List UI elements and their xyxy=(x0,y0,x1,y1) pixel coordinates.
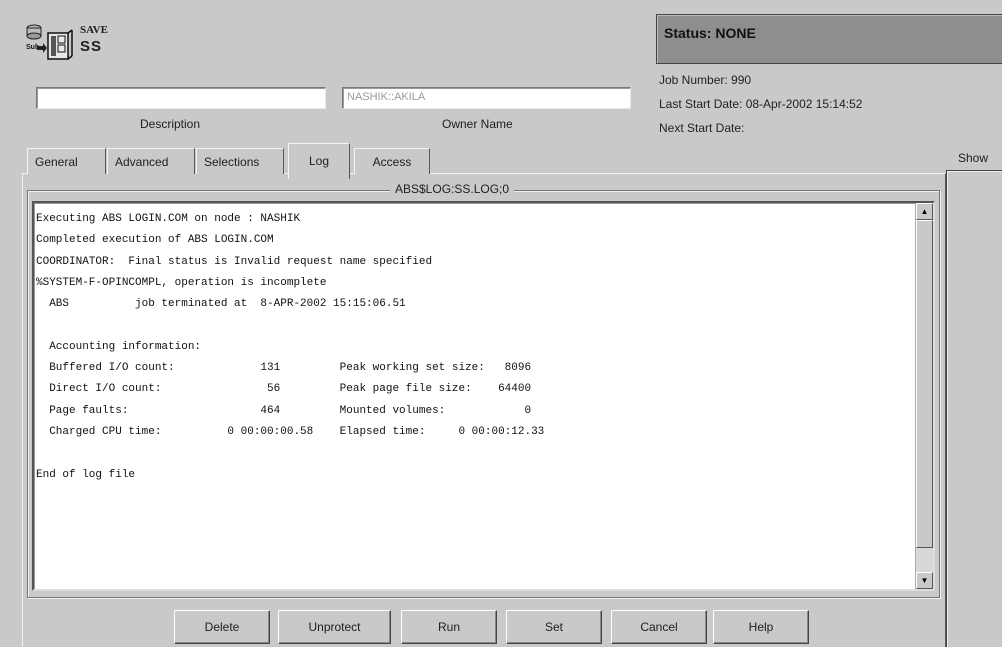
scroll-up-arrow-icon[interactable]: ▲ xyxy=(916,203,933,220)
job-number: Job Number: 990 xyxy=(659,73,752,87)
save-job-icon: Sub xyxy=(25,22,73,64)
last-start-date: Last Start Date: 08-Apr-2002 15:14:52 xyxy=(659,97,863,111)
scroll-thumb[interactable] xyxy=(916,220,933,548)
show-panel xyxy=(946,170,1002,647)
set-button[interactable]: Set xyxy=(506,610,602,644)
next-start-date: Next Start Date: xyxy=(659,121,745,135)
delete-button[interactable]: Delete xyxy=(174,610,270,644)
log-textarea[interactable]: Executing ABS LOGIN.COM on node : NASHIK… xyxy=(32,201,935,591)
show-tab[interactable]: Show xyxy=(958,151,988,165)
cancel-button[interactable]: Cancel xyxy=(611,610,707,644)
tab-selections[interactable]: Selections xyxy=(196,148,284,174)
tab-advanced[interactable]: Advanced xyxy=(107,148,195,174)
owner-name-field[interactable]: NASHIK::AKILA xyxy=(342,87,631,109)
status-banner: Status: NONE xyxy=(656,14,1002,64)
description-label: Description xyxy=(140,117,201,131)
run-button[interactable]: Run xyxy=(401,610,497,644)
log-scrollbar[interactable]: ▲ ▼ xyxy=(915,203,933,589)
log-text: Executing ABS LOGIN.COM on node : NASHIK… xyxy=(36,213,545,481)
owner-name-label: Owner Name xyxy=(442,117,513,131)
log-file-title: ABS$LOG:SS.LOG;0 xyxy=(390,182,515,196)
tab-log[interactable]: Log xyxy=(288,143,350,179)
help-button[interactable]: Help xyxy=(713,610,809,644)
scroll-down-arrow-icon[interactable]: ▼ xyxy=(916,572,933,589)
job-name: SS xyxy=(80,38,103,55)
save-caption: SAVE xyxy=(80,24,108,36)
unprotect-button[interactable]: Unprotect xyxy=(278,610,391,644)
description-field[interactable] xyxy=(36,87,326,109)
tab-general[interactable]: General xyxy=(27,148,106,174)
tab-access[interactable]: Access xyxy=(354,148,430,174)
